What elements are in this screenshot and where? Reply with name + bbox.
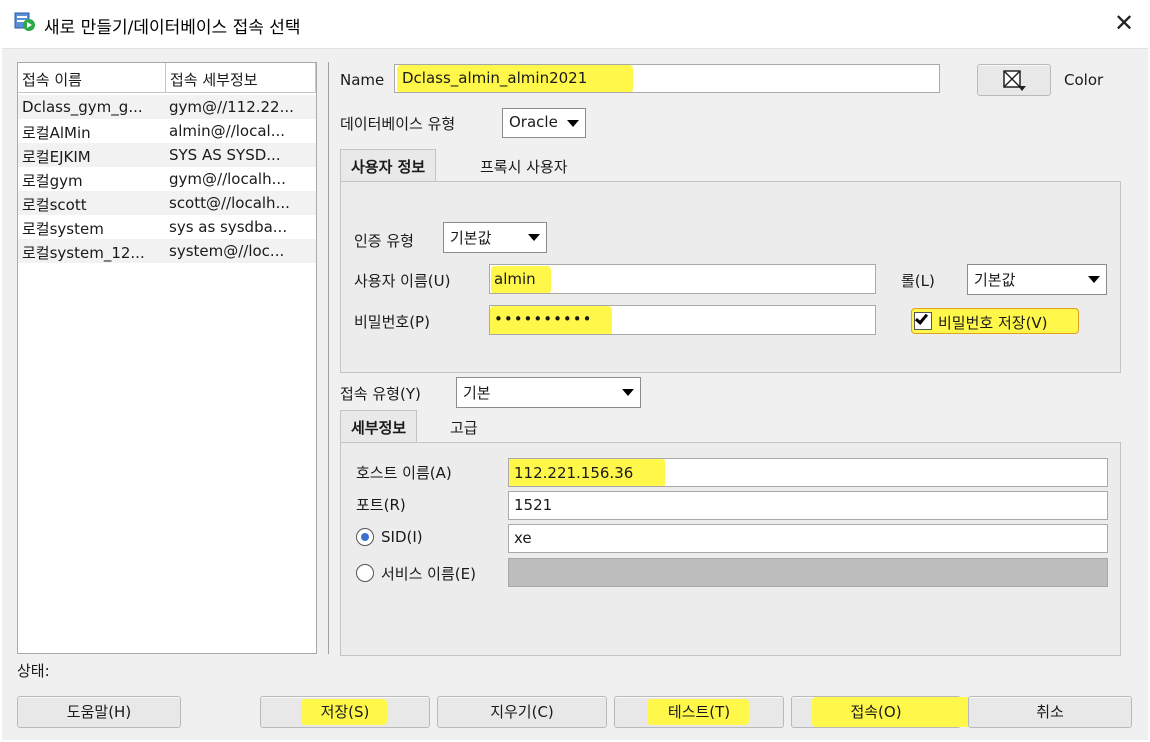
list-item[interactable]: 로컬system sys as sysdba...	[18, 215, 316, 239]
save-button[interactable]: 저장(S)	[260, 696, 430, 728]
help-button[interactable]: 도움말(H)	[17, 696, 181, 728]
list-item[interactable]: 로컬scott scott@//localh...	[18, 191, 316, 215]
tab-proxy-user[interactable]: 프록시 사용자	[470, 150, 578, 183]
connection-details: scott@//localh...	[169, 194, 290, 212]
db-type-select[interactable]: Oracle	[502, 108, 586, 138]
list-item[interactable]: 로컬gym gym@//localh...	[18, 167, 316, 191]
chevron-down-icon	[567, 120, 579, 127]
sid-input[interactable]: xe	[508, 524, 1108, 553]
check-icon	[914, 311, 929, 325]
list-item[interactable]: 로컬AlMin almin@//local...	[18, 119, 316, 143]
list-item[interactable]: Dclass_gym_g... gym@//112.22...	[18, 95, 316, 119]
radio-selected-icon	[361, 533, 369, 541]
connection-name: 로컬scott	[22, 196, 87, 214]
connection-details: SYS AS SYSD...	[169, 146, 281, 164]
clear-button[interactable]: 지우기(C)	[437, 696, 607, 728]
window-title: 새로 만들기/데이터베이스 접속 선택	[44, 18, 301, 38]
username-label: 사용자 이름(U)	[354, 272, 451, 290]
list-item[interactable]: 로컬EJKIM SYS AS SYSD...	[18, 143, 316, 167]
panel-divider[interactable]	[328, 62, 329, 654]
test-button[interactable]: 테스트(T)	[614, 696, 784, 728]
name-input[interactable]: Dclass_almin_almin2021	[394, 64, 940, 93]
tab-user-info[interactable]: 사용자 정보	[340, 149, 437, 182]
close-icon[interactable]: ✕	[1110, 9, 1138, 37]
connection-list-header: 접속 이름 접속 세부정보	[18, 63, 316, 93]
chevron-down-icon	[1088, 276, 1100, 283]
tab-advanced[interactable]: 고급	[440, 411, 488, 444]
status-label: 상태:	[17, 662, 50, 680]
role-label: 롤(L)	[901, 272, 935, 290]
password-input[interactable]: ••••••••••	[489, 305, 876, 335]
tab-details[interactable]: 세부정보	[340, 410, 418, 443]
host-label: 호스트 이름(A)	[356, 464, 452, 482]
color-picker-button[interactable]	[977, 64, 1051, 96]
auth-type-label: 인증 유형	[354, 232, 414, 250]
connection-name: 로컬AlMin	[22, 124, 91, 142]
connection-details: system@//loc...	[169, 242, 285, 260]
color-label: Color	[1064, 71, 1104, 89]
name-label: Name	[340, 71, 385, 89]
color-swatch-icon	[1003, 70, 1026, 91]
service-name-label: 서비스 이름(E)	[381, 565, 476, 583]
host-input[interactable]: 112.221.156.36	[508, 458, 1108, 487]
username-input[interactable]: almin	[489, 264, 876, 294]
sid-radio[interactable]	[356, 528, 374, 546]
column-header-name[interactable]: 접속 이름	[22, 69, 82, 90]
chevron-down-icon	[528, 234, 540, 241]
connection-name: Dclass_gym_g...	[22, 98, 143, 116]
connection-details: gym@//112.22...	[169, 98, 294, 116]
save-password-checkbox[interactable]	[914, 311, 932, 330]
cancel-button[interactable]: 취소	[968, 696, 1132, 728]
column-header-details[interactable]: 접속 세부정보	[170, 69, 258, 90]
conn-type-label: 접속 유형(Y)	[340, 385, 421, 403]
database-connect-icon	[14, 12, 35, 31]
service-name-input	[508, 558, 1108, 587]
connection-name: 로컬system	[22, 220, 104, 238]
connection-name: 로컬gym	[22, 172, 83, 190]
port-input[interactable]: 1521	[508, 491, 1108, 520]
port-label: 포트(R)	[356, 496, 406, 514]
conn-type-select[interactable]: 기본	[456, 377, 641, 408]
title-bar: 새로 만들기/데이터베이스 접속 선택 ✕	[0, 0, 1150, 48]
connection-name: 로컬system_12...	[22, 244, 145, 262]
service-name-radio[interactable]	[356, 564, 374, 582]
connection-details: almin@//local...	[169, 122, 286, 140]
save-password-label: 비밀번호 저장(V)	[938, 314, 1048, 332]
connection-details: sys as sysdba...	[169, 218, 288, 236]
chevron-down-icon	[622, 389, 634, 396]
sid-label: SID(I)	[381, 528, 423, 546]
connection-details: gym@//localh...	[169, 170, 286, 188]
password-label: 비밀번호(P)	[354, 313, 430, 331]
auth-type-select[interactable]: 기본값	[443, 222, 547, 253]
connect-button[interactable]: 접속(O)	[791, 696, 972, 728]
connection-name: 로컬EJKIM	[22, 148, 91, 166]
list-item[interactable]: 로컬system_12... system@//loc...	[18, 239, 316, 263]
db-type-label: 데이터베이스 유형	[340, 115, 456, 133]
role-select[interactable]: 기본값	[967, 264, 1107, 295]
connection-list: 접속 이름 접속 세부정보 Dclass_gym_g... gym@//112.…	[17, 62, 317, 654]
